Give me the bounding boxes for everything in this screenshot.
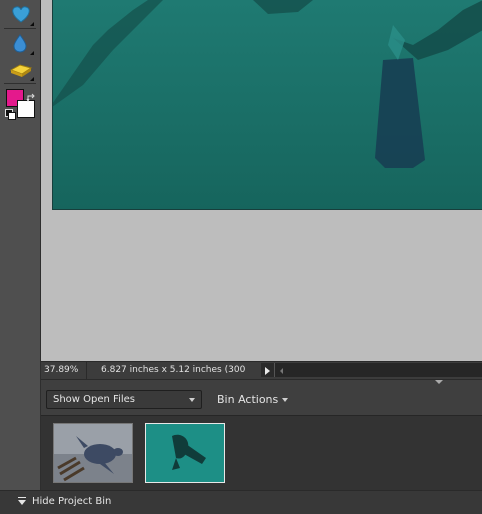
status-menu-arrow-icon[interactable] [261, 363, 274, 377]
status-bar: 37.89% 6.827 inches x 5.12 inches (300 p… [41, 361, 482, 392]
bin-actions-label: Bin Actions [217, 393, 279, 406]
bin-resize-grip-icon[interactable] [435, 380, 443, 384]
turtle-thumbnail[interactable] [53, 423, 133, 483]
horizontal-scrollbar[interactable] [274, 363, 482, 377]
hide-project-bin-label: Hide Project Bin [32, 496, 112, 507]
default-colors-icon[interactable] [5, 109, 16, 120]
swap-colors-icon[interactable] [26, 88, 36, 103]
chevron-down-icon [189, 398, 195, 402]
bottom-bar: Hide Project Bin [0, 490, 482, 514]
diver-thumbnail[interactable] [145, 423, 225, 483]
hide-project-bin-button[interactable]: Hide Project Bin [16, 493, 136, 511]
chevron-down-icon [282, 398, 288, 402]
show-files-label: Show Open Files [53, 394, 135, 405]
zoom-level[interactable]: 37.89% [41, 362, 87, 379]
sponge-tool[interactable] [8, 57, 34, 81]
toolbox [0, 0, 41, 490]
show-files-dropdown[interactable]: Show Open Files [46, 390, 202, 409]
collapse-bar-icon [18, 497, 26, 498]
project-bin-header: Show Open Files Bin Actions [41, 379, 482, 416]
document-canvas[interactable] [52, 0, 482, 210]
project-bin [41, 415, 482, 491]
document-size-info: 6.827 inches x 5.12 inches (300 ppi) [101, 365, 246, 392]
diver-photo [53, 0, 482, 209]
healing-brush-tool[interactable] [8, 2, 34, 26]
collapse-arrow-icon [18, 500, 26, 505]
blur-tool[interactable] [8, 31, 34, 55]
scroll-left-icon[interactable] [275, 364, 289, 378]
bin-actions-menu[interactable]: Bin Actions [217, 390, 297, 409]
